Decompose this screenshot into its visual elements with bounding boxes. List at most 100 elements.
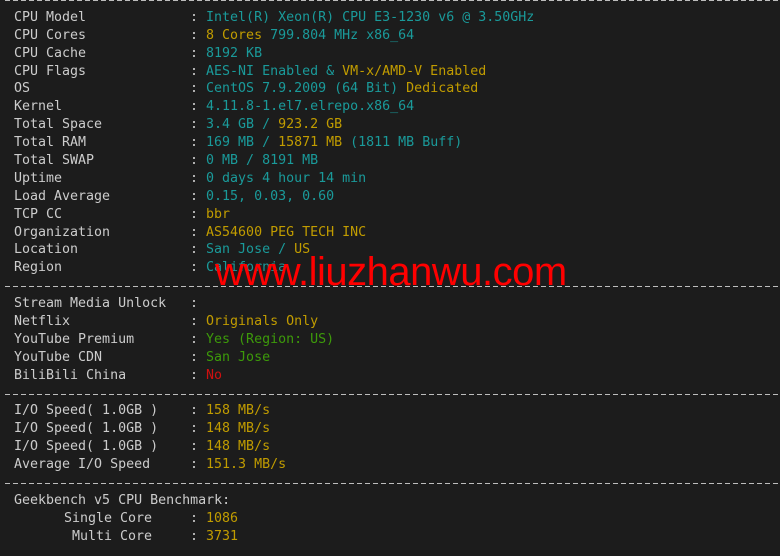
separator-colon: :	[190, 528, 199, 544]
info-row-single-core: Single Core: 1086	[14, 510, 780, 528]
separator-colon: :	[190, 439, 199, 455]
separator-colon: :	[190, 224, 199, 240]
info-row-cpu-cache: CPU Cache: 8192 KB	[14, 45, 780, 63]
info-row-stream-media-unlock: Stream Media Unlock:	[14, 295, 780, 313]
row-label: Region	[14, 260, 63, 276]
row-value: 0 MB / 8191 MB	[206, 153, 319, 169]
row-label: OS	[14, 81, 31, 97]
row-label: I/O Speed( 1.0GB )	[14, 403, 159, 419]
row-label: CPU Cores	[14, 27, 87, 43]
info-row-bilibili-china: BiliBili China: No	[14, 367, 780, 385]
row-value: Dedicated	[406, 81, 479, 97]
separator-colon: :	[190, 117, 199, 133]
row-value: 15871 MB	[278, 135, 343, 151]
separator-colon: :	[190, 296, 199, 312]
row-label: I/O Speed( 1.0GB )	[14, 421, 159, 437]
info-row-uptime: Uptime: 0 days 4 hour 14 min	[14, 170, 780, 188]
row-value: VM-x/AMD-V Enabled	[342, 63, 487, 79]
row-value: 799.804 MHz x86_64	[270, 27, 415, 43]
info-row-average-i-o-speed: Average I/O Speed: 151.3 MB/s	[14, 456, 780, 474]
separator-colon: :	[190, 510, 199, 526]
separator-colon: :	[190, 349, 199, 365]
row-value: 923.2 GB	[278, 117, 343, 133]
row-label: CPU Flags	[14, 63, 87, 79]
separator-colon: :	[190, 99, 199, 115]
row-value: 1086	[206, 510, 239, 526]
info-row-i-o-speed-1-0gb: I/O Speed( 1.0GB ): 158 MB/s	[14, 402, 780, 420]
separator-colon: :	[190, 314, 199, 330]
row-label: TCP CC	[14, 206, 63, 222]
section-heading: Geekbench v5 CPU Benchmark:	[14, 492, 231, 508]
section-divider	[5, 474, 780, 492]
row-value: 151.3 MB/s	[206, 457, 287, 473]
row-value: 148 MB/s	[206, 439, 271, 455]
row-label: Uptime	[14, 170, 63, 186]
info-row-kernel: Kernel: 4.11.8-1.el7.elrepo.x86_64	[14, 98, 780, 116]
row-value: bbr	[206, 206, 231, 222]
row-value: 3731	[206, 528, 239, 544]
watermark-text: www.liuzhanwu.com	[215, 250, 567, 294]
row-value: 148 MB/s	[206, 421, 271, 437]
row-label: Total SWAP	[14, 153, 95, 169]
row-label: CPU Model	[14, 9, 87, 25]
row-value: 0 days 4 hour 14 min	[206, 170, 367, 186]
info-row-load-average: Load Average: 0.15, 0.03, 0.60	[14, 188, 780, 206]
row-value: (1811 MB Buff)	[342, 135, 463, 151]
row-label: Single Core	[64, 510, 153, 526]
info-row-organization: Organization: AS54600 PEG TECH INC	[14, 224, 780, 242]
separator-colon: :	[190, 81, 199, 97]
info-row-total-swap: Total SWAP: 0 MB / 8191 MB	[14, 152, 780, 170]
separator-colon: :	[190, 457, 199, 473]
info-row-i-o-speed-1-0gb: I/O Speed( 1.0GB ): 148 MB/s	[14, 438, 780, 456]
row-label: BiliBili China	[14, 367, 127, 383]
separator-colon: :	[190, 206, 199, 222]
row-value: 8 Cores	[206, 27, 271, 43]
row-label: Load Average	[14, 188, 111, 204]
info-row-cpu-model: CPU Model: Intel(R) Xeon(R) CPU E3-1230 …	[14, 9, 780, 27]
separator-colon: :	[190, 331, 199, 347]
row-label: Total RAM	[14, 135, 87, 151]
row-label: CPU Cache	[14, 45, 87, 61]
separator-colon: :	[190, 45, 199, 61]
row-label: Kernel	[14, 99, 63, 115]
info-row-cpu-flags: CPU Flags: AES-NI Enabled & VM-x/AMD-V E…	[14, 63, 780, 81]
separator-colon: :	[190, 170, 199, 186]
separator-colon: :	[190, 242, 199, 258]
row-value: 3.4 GB /	[206, 117, 279, 133]
separator-colon: :	[190, 403, 199, 419]
row-label: Stream Media Unlock	[14, 296, 167, 312]
row-value: Yes (Region: US)	[206, 331, 335, 347]
separator-colon: :	[190, 27, 199, 43]
row-value: Intel(R) Xeon(R) CPU E3-1230 v6 @ 3.50GH…	[206, 9, 535, 25]
separator-colon: :	[190, 260, 199, 276]
info-row-netflix: Netflix: Originals Only	[14, 313, 780, 331]
separator-colon: :	[190, 9, 199, 25]
info-row-multi-core: Multi Core: 3731	[14, 528, 780, 546]
row-value: No	[206, 367, 223, 383]
row-value: 158 MB/s	[206, 403, 271, 419]
info-row-youtube-cdn: YouTube CDN: San Jose	[14, 349, 780, 367]
row-label: I/O Speed( 1.0GB )	[14, 439, 159, 455]
info-row-cpu-cores: CPU Cores: 8 Cores 799.804 MHz x86_64	[14, 27, 780, 45]
row-value: CentOS 7.9.2009 (64 Bit)	[206, 81, 407, 97]
row-value: 0.15, 0.03, 0.60	[206, 188, 335, 204]
row-value: Originals Only	[206, 314, 319, 330]
row-value: San Jose	[206, 349, 271, 365]
info-row-tcp-cc: TCP CC: bbr	[14, 206, 780, 224]
row-value: AS54600 PEG TECH INC	[206, 224, 367, 240]
row-label: Location	[14, 242, 79, 258]
info-row-i-o-speed-1-0gb: I/O Speed( 1.0GB ): 148 MB/s	[14, 420, 780, 438]
row-label: Netflix	[14, 314, 71, 330]
row-label: Average I/O Speed	[14, 457, 151, 473]
section-divider	[5, 0, 780, 9]
row-label: Organization	[14, 224, 111, 240]
separator-colon: :	[190, 153, 199, 169]
row-label: Total Space	[14, 117, 103, 133]
row-label: YouTube CDN	[14, 349, 103, 365]
row-value: AES-NI Enabled &	[206, 63, 343, 79]
section-divider	[5, 385, 780, 403]
info-row-os: OS: CentOS 7.9.2009 (64 Bit) Dedicated	[14, 80, 780, 98]
row-label: YouTube Premium	[14, 331, 135, 347]
row-value: 169 MB /	[206, 135, 279, 151]
row-label: Multi Core	[72, 528, 153, 544]
